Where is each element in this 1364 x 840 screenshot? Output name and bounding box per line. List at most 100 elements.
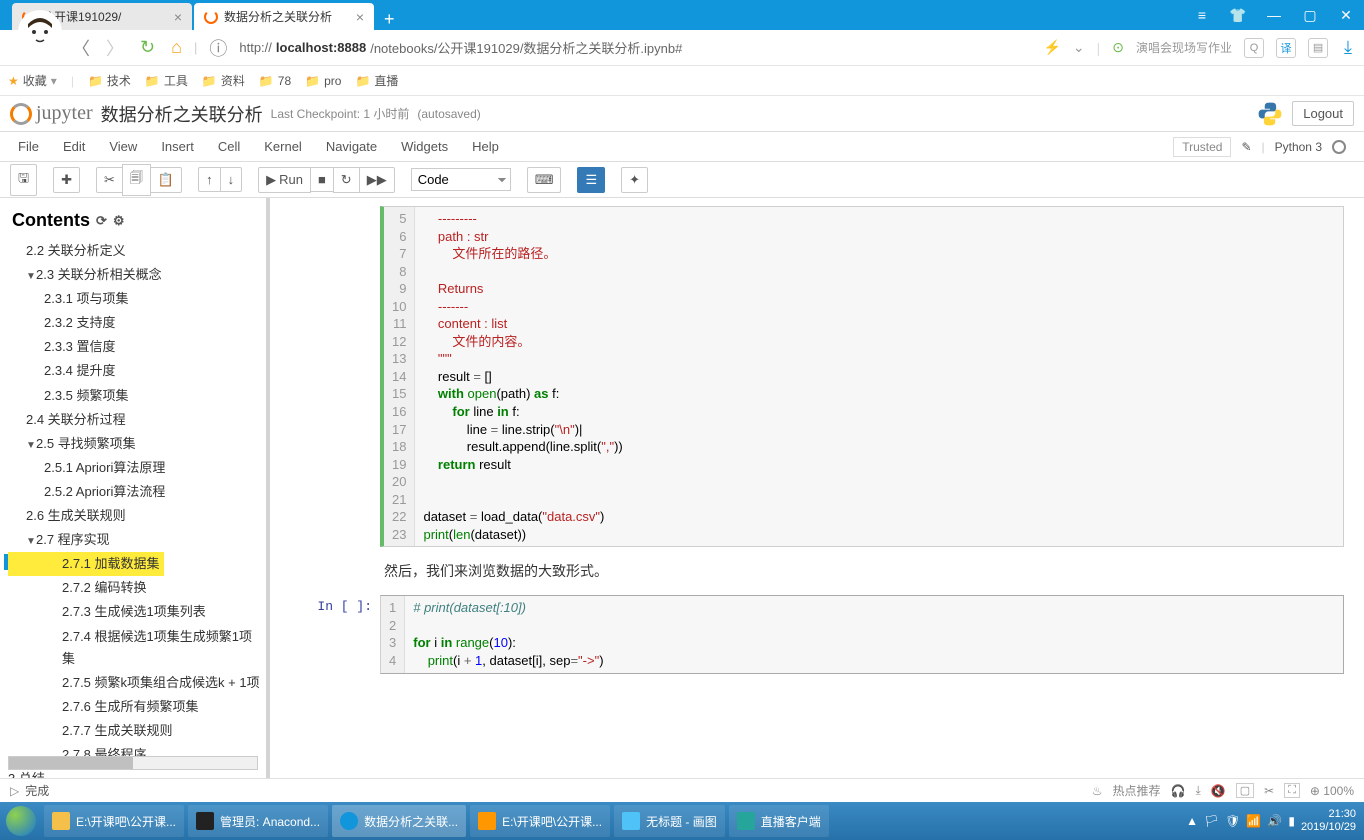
menu-kernel[interactable]: Kernel [264,139,302,154]
minimize-button[interactable]: — [1256,0,1292,30]
back-button[interactable]: 〈 [68,33,94,63]
menu-help[interactable]: Help [472,139,499,154]
insert-cell-button[interactable]: ✚ [53,167,80,193]
menu-edit[interactable]: Edit [63,139,85,154]
command-palette-button[interactable]: ✦ [621,167,648,193]
shield-icon[interactable]: 🛡 [1225,814,1240,828]
toc-item[interactable]: 2.6 生成关联规则 [8,504,262,528]
skin-icon[interactable]: 👕 [1220,0,1256,30]
move-down-button[interactable]: ↓ [220,167,243,192]
bookmark-folder[interactable]: 📁78 [259,74,291,88]
battery-icon[interactable]: ▮ [1288,814,1295,828]
menu-widgets[interactable]: Widgets [401,139,448,154]
menu-insert[interactable]: Insert [161,139,194,154]
scan-icon[interactable]: ⊙ [1112,39,1124,56]
taskbar-item[interactable]: E:\开课吧\公开课... [470,805,610,837]
toc-item[interactable]: 2.7.5 频繁k项集组合成候选k + 1项 [8,671,262,695]
taskbar-item[interactable]: 数据分析之关联... [332,805,466,837]
toc-item[interactable]: 2.3.2 支持度 [8,311,262,335]
zoom-label[interactable]: ⊕ 100% [1310,784,1354,798]
code-editor[interactable]: --------- path : str 文件所在的路径。 Returns --… [415,207,630,546]
keyboard-button[interactable]: ⌨ [527,167,562,193]
toc-toggle-button[interactable]: ☰ [577,167,605,193]
reload-button[interactable]: ↻ [136,35,159,60]
play-icon[interactable]: ▷ [10,784,19,798]
edit-icon[interactable]: ✎ [1241,140,1251,154]
toc-item[interactable]: 2.7.3 生成候选1项集列表 [8,600,262,624]
extension-button[interactable]: ▤ [1308,38,1328,58]
menu-navigate[interactable]: Navigate [326,139,377,154]
run-button[interactable]: ▶ Run [258,167,311,193]
toc-item[interactable]: 2.7.1 加载数据集 [8,552,164,576]
toc-item[interactable]: 2.4 关联分析过程 [8,408,262,432]
toc-item[interactable]: ▼2.7 程序实现 [8,528,262,552]
bookmark-folder[interactable]: 📁pro [305,74,341,88]
notebook-title[interactable]: 数据分析之关联分析 [101,101,263,127]
browser-avatar[interactable] [16,8,64,56]
taskbar-item[interactable]: 直播客户端 [729,805,829,837]
url-input[interactable]: http://localhost:8888/notebooks/公开课19102… [239,38,1035,57]
toc-item[interactable]: 2.3.4 提升度 [8,359,262,383]
markdown-cell[interactable]: 然后，我们来浏览数据的大致形式。 [290,555,1344,587]
logout-button[interactable]: Logout [1292,101,1354,126]
chevron-down-icon[interactable]: ⌄ [1073,39,1085,56]
mute-icon[interactable]: 🔇 [1211,784,1226,798]
menu-cell[interactable]: Cell [218,139,240,154]
search-button[interactable]: Q [1244,38,1264,58]
trusted-indicator[interactable]: Trusted [1173,137,1231,157]
bookmark-folder[interactable]: 📁工具 [145,72,188,89]
flag-icon[interactable]: 🏳 [1204,814,1219,828]
toc-item[interactable]: 2.3.5 频繁项集 [8,384,262,408]
toc-item[interactable]: 2.3.1 项与项集 [8,287,262,311]
taskbar-item[interactable]: 无标题 - 画图 [614,805,725,837]
code-cell[interactable]: 567891011121314151617181920212223 ------… [290,206,1344,547]
browser-tab-1[interactable]: 数据分析之关联分析 × [194,3,374,30]
bookmark-folder[interactable]: 📁资料 [202,72,245,89]
taskbar-item[interactable]: 管理员: Anacond... [188,805,328,837]
notebook-area[interactable]: 567891011121314151617181920212223 ------… [270,198,1364,778]
taskbar-item[interactable]: E:\开课吧\公开课... [44,805,184,837]
new-tab-button[interactable]: + [376,9,403,30]
bookmark-folder[interactable]: 📁直播 [355,72,398,89]
toc-item[interactable]: 2.7.4 根据候选1项集生成频繁1项集 [8,625,262,671]
restart-run-all-button[interactable]: ▶▶ [359,167,395,193]
jupyter-logo[interactable]: jupyter [10,102,93,125]
toc-item[interactable]: ▼2.3 关联分析相关概念 [8,263,262,287]
menu-file[interactable]: File [18,139,39,154]
volume-icon[interactable]: 🔊 [1267,814,1282,828]
toc-item[interactable]: 2.5.1 Apriori算法原理 [8,456,262,480]
cell-type-select[interactable]: Code [411,168,511,191]
close-icon[interactable]: × [174,9,182,25]
toc-item[interactable]: ▼2.5 寻找频繁项集 [8,432,262,456]
save-button[interactable]: 🖫 [10,164,37,196]
translate-button[interactable]: 译 [1276,38,1296,58]
refresh-icon[interactable]: ⟳ [96,213,107,229]
restart-button[interactable]: ↻ [333,167,360,193]
toc-item[interactable]: 2.7.2 编码转换 [8,576,262,600]
start-button[interactable] [0,802,42,840]
info-icon[interactable]: ⓘ [205,33,231,63]
toc-item[interactable]: 2.7.7 生成关联规则 [8,719,262,743]
bookmark-folder[interactable]: 📁技术 [88,72,131,89]
move-up-button[interactable]: ↑ [198,167,221,192]
tray-icon[interactable]: ▲ [1186,814,1198,828]
toc-item[interactable]: 2.7.6 生成所有频繁项集 [8,695,262,719]
close-icon[interactable]: × [356,9,364,25]
cut-button[interactable]: ✂ [96,167,123,193]
expand-icon[interactable]: ⛶ [1284,783,1300,798]
favorites-button[interactable]: ★收藏▾ [8,72,57,89]
code-cell[interactable]: In [ ]: 1234 # print(dataset[:10]) for i… [290,595,1344,673]
copy-button[interactable]: 🗐 [122,164,151,196]
download-icon[interactable]: ⤓ [1195,783,1200,798]
pip-icon[interactable]: ▢ [1236,783,1254,798]
capture-icon[interactable]: ✂ [1264,784,1274,798]
interrupt-button[interactable]: ■ [310,167,334,192]
hot-icon[interactable]: ♨ [1092,784,1103,798]
maximize-button[interactable]: ▢ [1292,0,1328,30]
home-button[interactable]: ⌂ [167,35,186,60]
menu-view[interactable]: View [109,139,137,154]
flash-icon[interactable]: ⚡ [1043,39,1060,56]
download-button[interactable]: ⤓ [1340,35,1356,60]
forward-button[interactable]: 〉 [102,33,128,63]
paste-button[interactable]: 📋 [150,167,182,193]
